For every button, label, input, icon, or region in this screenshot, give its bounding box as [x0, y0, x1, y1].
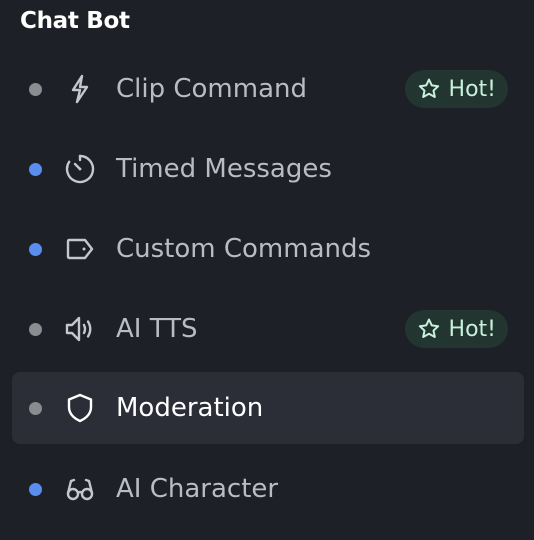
section-title: Chat Bot — [20, 8, 130, 34]
status-dot — [29, 83, 42, 96]
star-icon — [418, 78, 439, 98]
menu-item-timed-messages[interactable]: Timed Messages — [12, 133, 524, 205]
status-dot — [29, 402, 42, 415]
menu-item-clip-command[interactable]: Clip Command Hot! — [12, 53, 524, 125]
hot-badge: Hot! — [404, 310, 508, 348]
status-dot — [29, 163, 42, 176]
menu-item-label: Clip Command — [116, 74, 308, 104]
menu-item-label: Moderation — [116, 393, 264, 423]
glasses-icon — [62, 471, 98, 507]
star-icon — [418, 318, 439, 338]
menu-item-moderation[interactable]: Moderation — [12, 372, 524, 444]
tag-icon — [62, 231, 98, 267]
speaker-icon — [62, 311, 98, 347]
badge-text: Hot! — [448, 316, 496, 342]
lightning-icon — [62, 71, 98, 107]
status-dot — [29, 243, 42, 256]
shield-icon — [62, 390, 98, 426]
menu-item-ai-tts[interactable]: AI TTS Hot! — [12, 293, 524, 365]
chat-bot-panel: Chat Bot Clip Command Hot! Timed Message… — [0, 0, 534, 540]
timer-icon — [62, 151, 98, 187]
menu-item-label: Timed Messages — [116, 154, 332, 184]
menu-item-ai-character[interactable]: AI Character — [12, 453, 524, 525]
menu-item-label: Custom Commands — [116, 234, 372, 264]
status-dot — [29, 483, 42, 496]
menu-item-custom-commands[interactable]: Custom Commands — [12, 213, 524, 285]
menu-item-label: AI Character — [116, 474, 279, 504]
menu-item-label: AI TTS — [116, 314, 198, 344]
hot-badge: Hot! — [404, 70, 508, 108]
badge-text: Hot! — [448, 76, 496, 102]
status-dot — [29, 323, 42, 336]
